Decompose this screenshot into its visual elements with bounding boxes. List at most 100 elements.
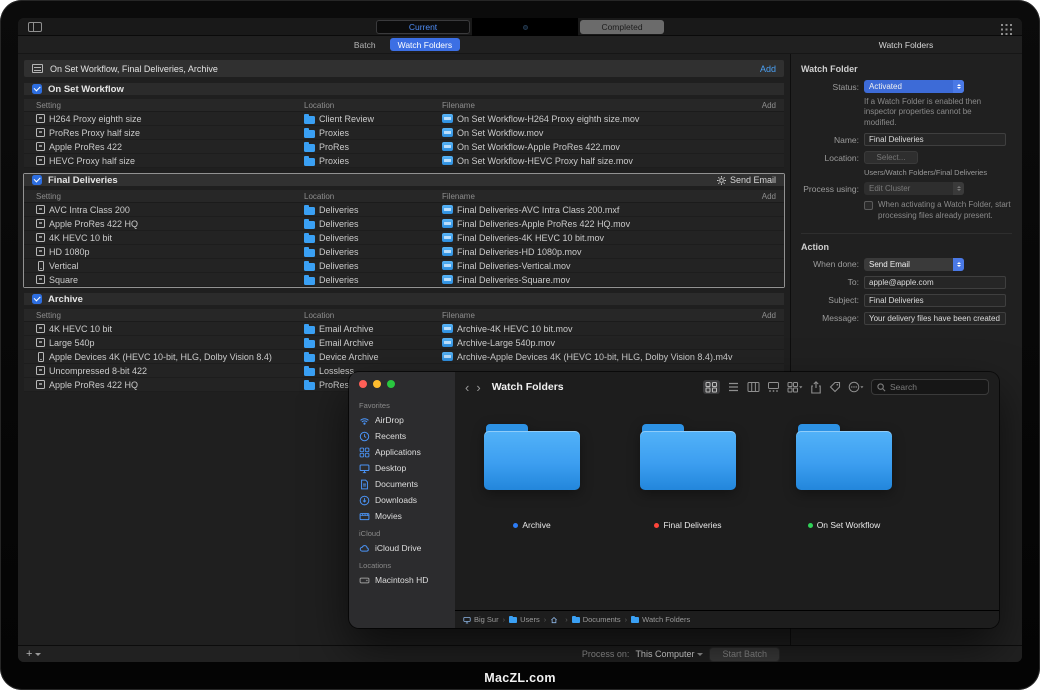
checkbox-unchecked-icon[interactable] <box>864 201 873 210</box>
tab-current[interactable]: Current <box>376 20 470 34</box>
subject-field[interactable]: Final Deliveries <box>864 294 1006 307</box>
window-controls <box>349 380 455 396</box>
group-by-button[interactable] <box>787 381 803 393</box>
add-setting-button[interactable]: Add <box>762 311 784 320</box>
sidebar-item-documents[interactable]: Documents <box>349 476 455 492</box>
breadcrumb-home[interactable] <box>550 616 561 624</box>
workflow-section-final-deliveries: Final Deliveries Send Email Setting Loca… <box>24 174 784 287</box>
table-row[interactable]: 4K HEVC 10 bit Deliveries Final Deliveri… <box>24 231 784 245</box>
setting-name: ProRes Proxy half size <box>49 128 140 138</box>
folder-item-final-deliveries[interactable]: Final Deliveries <box>623 424 753 610</box>
share-icon[interactable] <box>810 381 822 394</box>
breadcrumb-computer[interactable]: Big Sur <box>463 615 499 624</box>
table-row[interactable]: HD 1080p Deliveries Final Deliveries-HD … <box>24 245 784 259</box>
chevron-down-icon[interactable] <box>35 653 41 656</box>
tag-icon[interactable] <box>829 381 841 393</box>
search-input[interactable]: Search <box>871 379 989 395</box>
checkbox-checked-icon[interactable] <box>32 294 42 304</box>
close-icon[interactable] <box>359 380 367 388</box>
name-label: Name: <box>801 135 859 145</box>
table-row[interactable]: H264 Proxy eighth size Client Review On … <box>24 112 784 126</box>
checkbox-checked-icon[interactable] <box>32 84 42 94</box>
name-field[interactable]: Final Deliveries <box>864 133 1006 146</box>
when-done-popup[interactable]: Send Email <box>864 258 964 271</box>
sidebar-item-desktop[interactable]: Desktop <box>349 460 455 476</box>
sidebar-item-macintosh-hd[interactable]: Macintosh HD <box>349 572 455 588</box>
sidebar-item-movies[interactable]: Movies <box>349 508 455 524</box>
add-button[interactable]: + <box>26 649 32 660</box>
setting-icon <box>36 366 45 375</box>
sidebar-toggle-icon[interactable] <box>28 22 42 32</box>
batch-title: On Set Workflow, Final Deliveries, Archi… <box>50 64 218 74</box>
folder-item-archive[interactable]: Archive <box>467 424 597 610</box>
start-batch-button[interactable]: Start Batch <box>709 647 780 662</box>
table-row[interactable]: Apple ProRes 422 HQ Deliveries Final Del… <box>24 217 784 231</box>
back-button[interactable]: ‹ <box>465 381 469 394</box>
sidebar-item-downloads[interactable]: Downloads <box>349 492 455 508</box>
icon-view-button[interactable] <box>703 380 720 394</box>
table-row[interactable]: Square Deliveries Final Deliveries-Squar… <box>24 273 784 287</box>
breadcrumb-documents[interactable]: Documents <box>572 615 621 624</box>
sidebar-item-applications[interactable]: Applications <box>349 444 455 460</box>
video-file-icon <box>442 352 453 361</box>
folder-item-on-set-workflow[interactable]: On Set Workflow <box>779 424 909 610</box>
sidebar-item-recents[interactable]: Recents <box>349 428 455 444</box>
folder-icon <box>572 617 580 623</box>
table-row[interactable]: Apple ProRes 422 ProRes On Set Workflow-… <box>24 140 784 154</box>
breadcrumb-users[interactable]: Users <box>509 615 540 624</box>
grid-icon[interactable] <box>1001 22 1012 40</box>
workflow-section-on-set-workflow: On Set Workflow Setting Location Filenam… <box>24 83 784 168</box>
breadcrumb-watch-folders[interactable]: Watch Folders <box>631 615 690 624</box>
more-actions-button[interactable] <box>848 381 864 393</box>
document-icon <box>359 479 370 490</box>
location-select-button[interactable]: Select... <box>864 151 918 164</box>
folder-icon <box>304 277 315 285</box>
batch-header[interactable]: On Set Workflow, Final Deliveries, Archi… <box>24 60 784 77</box>
to-field[interactable]: apple@apple.com <box>864 276 1006 289</box>
add-watch-folder-button[interactable]: Add <box>760 64 776 74</box>
tab-watch-folders[interactable]: Watch Folders <box>390 38 460 51</box>
when-done-value: Send Email <box>864 260 953 269</box>
gallery-view-button[interactable] <box>767 381 780 393</box>
sidebar-item-label: Applications <box>375 447 421 457</box>
folder-icon <box>304 249 315 257</box>
view-segmented-control: Current Completed <box>376 18 664 36</box>
tab-completed[interactable]: Completed <box>580 20 664 34</box>
section-header[interactable]: On Set Workflow <box>24 83 784 99</box>
airdrop-icon <box>359 415 370 426</box>
video-file-icon <box>442 233 453 242</box>
zoom-icon[interactable] <box>387 380 395 388</box>
table-row[interactable]: Large 540p Email Archive Archive-Large 5… <box>24 336 784 350</box>
checkbox-checked-icon[interactable] <box>32 175 42 185</box>
forward-button[interactable]: › <box>476 381 480 394</box>
process-on-value: This Computer <box>635 649 694 659</box>
status-popup[interactable]: Activated <box>864 80 964 93</box>
table-row[interactable]: 4K HEVC 10 bit Email Archive Archive-4K … <box>24 322 784 336</box>
add-setting-button[interactable]: Add <box>762 192 784 201</box>
send-email-action[interactable]: Send Email <box>717 175 776 185</box>
table-row[interactable]: Apple Devices 4K (HEVC 10-bit, HLG, Dolb… <box>24 350 784 364</box>
column-view-button[interactable] <box>747 381 760 393</box>
tag-green-icon <box>808 523 813 528</box>
sidebar-item-airdrop[interactable]: AirDrop <box>349 412 455 428</box>
section-header[interactable]: Archive <box>24 293 784 309</box>
list-view-button[interactable] <box>727 381 740 393</box>
section-header[interactable]: Final Deliveries Send Email <box>24 174 784 190</box>
setting-icon <box>36 338 45 347</box>
process-on-select[interactable]: This Computer <box>635 649 703 659</box>
process-using-popup[interactable]: Edit Cluster <box>864 182 964 195</box>
tab-batch[interactable]: Batch <box>348 39 382 51</box>
add-setting-button[interactable]: Add <box>762 101 784 110</box>
table-row[interactable]: AVC Intra Class 200 Deliveries Final Del… <box>24 203 784 217</box>
table-row[interactable]: ProRes Proxy half size Proxies On Set Wo… <box>24 126 784 140</box>
video-file-icon <box>442 338 453 347</box>
titlebar: Current Completed <box>18 18 1022 36</box>
folder-name: On Set Workflow <box>817 520 881 530</box>
section-name: Archive <box>48 294 83 305</box>
table-row[interactable]: Vertical Deliveries Final Deliveries-Ver… <box>24 259 784 273</box>
sidebar-item-icloud-drive[interactable]: iCloud Drive <box>349 540 455 556</box>
table-row[interactable]: HEVC Proxy half size Proxies On Set Work… <box>24 154 784 168</box>
sidebar-item-label: Movies <box>375 511 402 521</box>
minimize-icon[interactable] <box>373 380 381 388</box>
message-field[interactable]: Your delivery files have been created <box>864 312 1006 325</box>
